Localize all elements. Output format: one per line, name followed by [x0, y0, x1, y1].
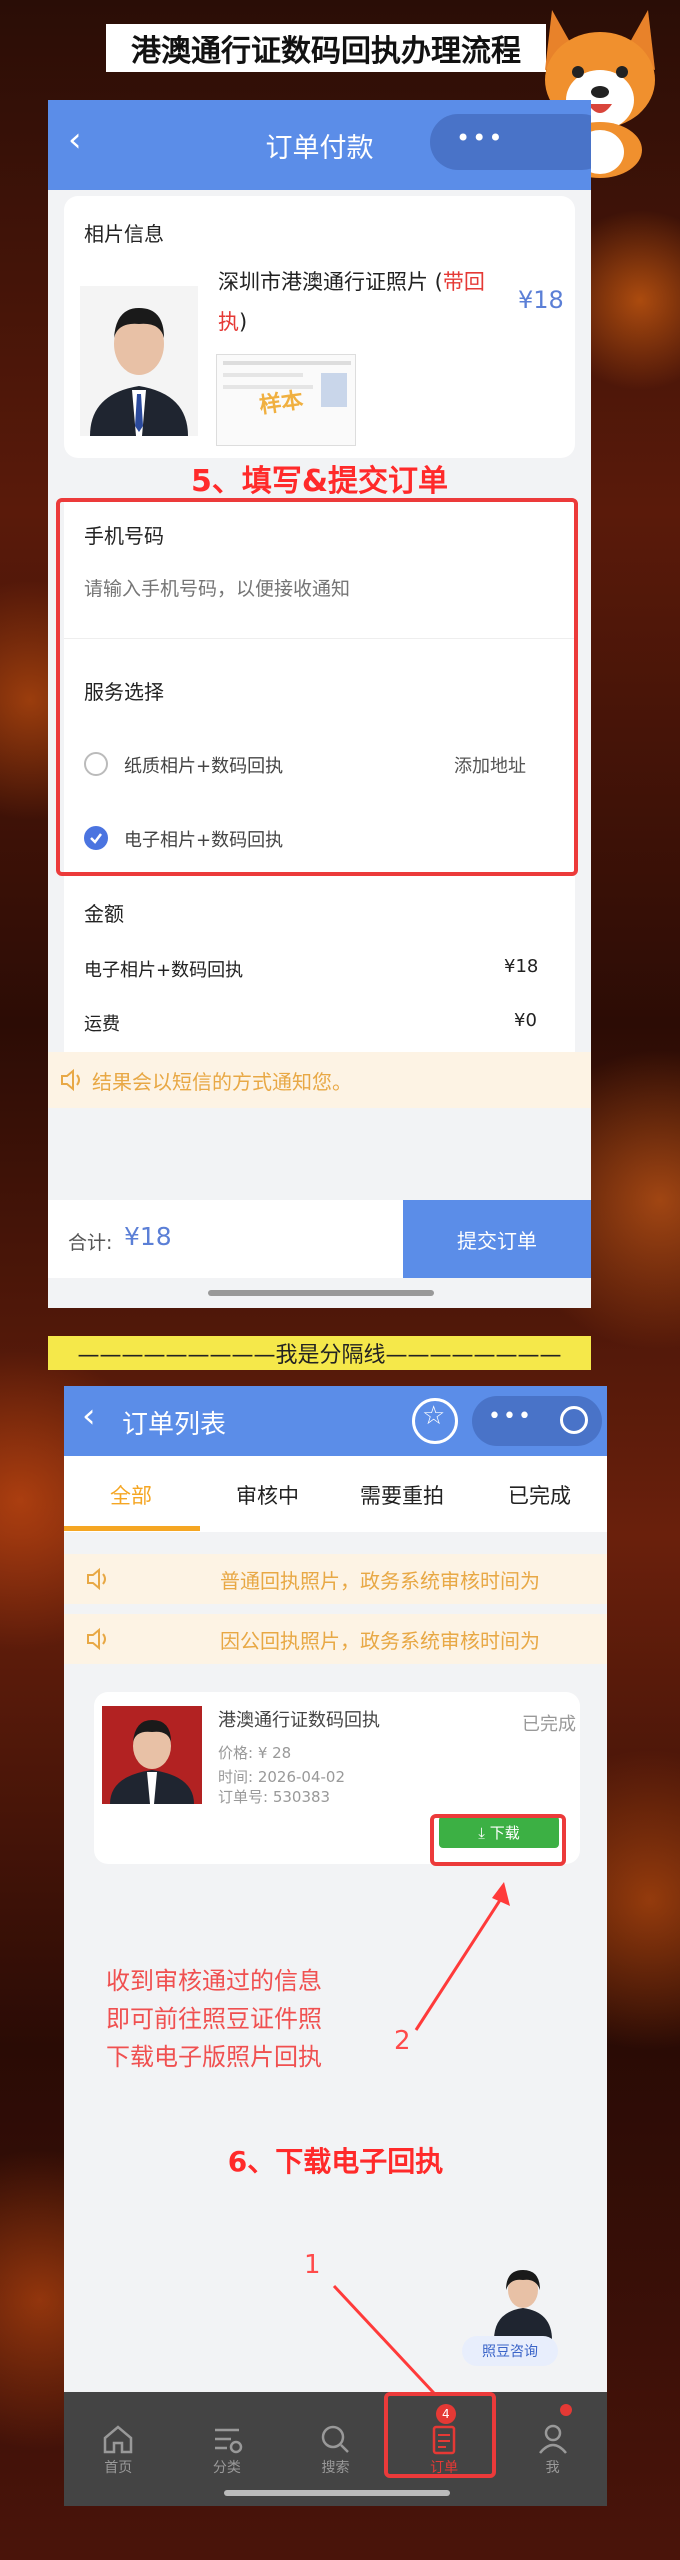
- tabbar-search[interactable]: 搜索: [281, 2392, 390, 2506]
- order-payment-screen: ‹ 订单付款 ••• 相片信息 深圳市港澳通行证照片 (带回执) ¥18 样本 …: [48, 100, 591, 1308]
- sample-receipt-image: 样本: [216, 354, 356, 446]
- tabbar-me[interactable]: 我: [498, 2392, 607, 2506]
- arrow-label-1: 1: [304, 2250, 321, 2280]
- photo-info-card: 相片信息 深圳市港澳通行证照片 (带回执) ¥18 样本: [64, 196, 575, 458]
- arrow-label-2: 2: [394, 2026, 411, 2056]
- total-value: ¥18: [124, 1222, 172, 1251]
- search-icon: [322, 2425, 350, 2453]
- tabbar-home[interactable]: 首页: [64, 2392, 173, 2506]
- user-icon: [538, 2424, 567, 2454]
- more-icon[interactable]: •••: [456, 124, 504, 152]
- capsule-menu[interactable]: •••: [430, 114, 591, 170]
- id-photo-image: [80, 286, 198, 436]
- home-indicator: [224, 2490, 450, 2496]
- photo-section-label: 相片信息: [84, 222, 164, 246]
- category-icon: [214, 2428, 243, 2454]
- notification-dot: [560, 2404, 573, 2416]
- nav-bar: ‹ 订单付款 •••: [48, 100, 591, 190]
- sample-watermark: 样本: [257, 388, 305, 419]
- checkout-bar: 合计: ¥18 提交订单: [48, 1200, 591, 1278]
- step6-annotation: 6、下载电子回执: [227, 2145, 444, 2178]
- separator-label: —————————我是分隔线————————: [48, 1336, 591, 1370]
- home-indicator: [208, 1290, 434, 1296]
- bottom-tabbar: 首页 分类 搜索 订单 4 我: [64, 2392, 607, 2506]
- submit-order-button[interactable]: 提交订单: [403, 1200, 591, 1278]
- step5-annotation: 5、填写&提交订单: [190, 464, 449, 499]
- consult-button[interactable]: 照豆咨询: [462, 2336, 558, 2366]
- orders-tab-highlight-box: [384, 2392, 496, 2478]
- speaker-icon: [61, 1068, 80, 1092]
- tabbar-category[interactable]: 分类: [173, 2392, 282, 2506]
- product-name: 深圳市港澳通行证照片 (带回执): [218, 270, 485, 334]
- order-list-screen: ‹ 订单列表 ☆ ••• 全部 审核中 需要重拍 已完成 普通回执照片，政务系统…: [64, 1386, 607, 2506]
- banner-title: 港澳通行证数码回执办理流程: [106, 24, 546, 72]
- product-price: ¥18: [518, 286, 564, 314]
- notice-bar: 结果会以短信的方式通知您。: [48, 1052, 591, 1108]
- home-icon: [104, 2425, 133, 2454]
- amount-label: 金额: [84, 902, 124, 926]
- step5-highlight-box: [56, 498, 578, 876]
- consultant-avatar[interactable]: [488, 2264, 558, 2340]
